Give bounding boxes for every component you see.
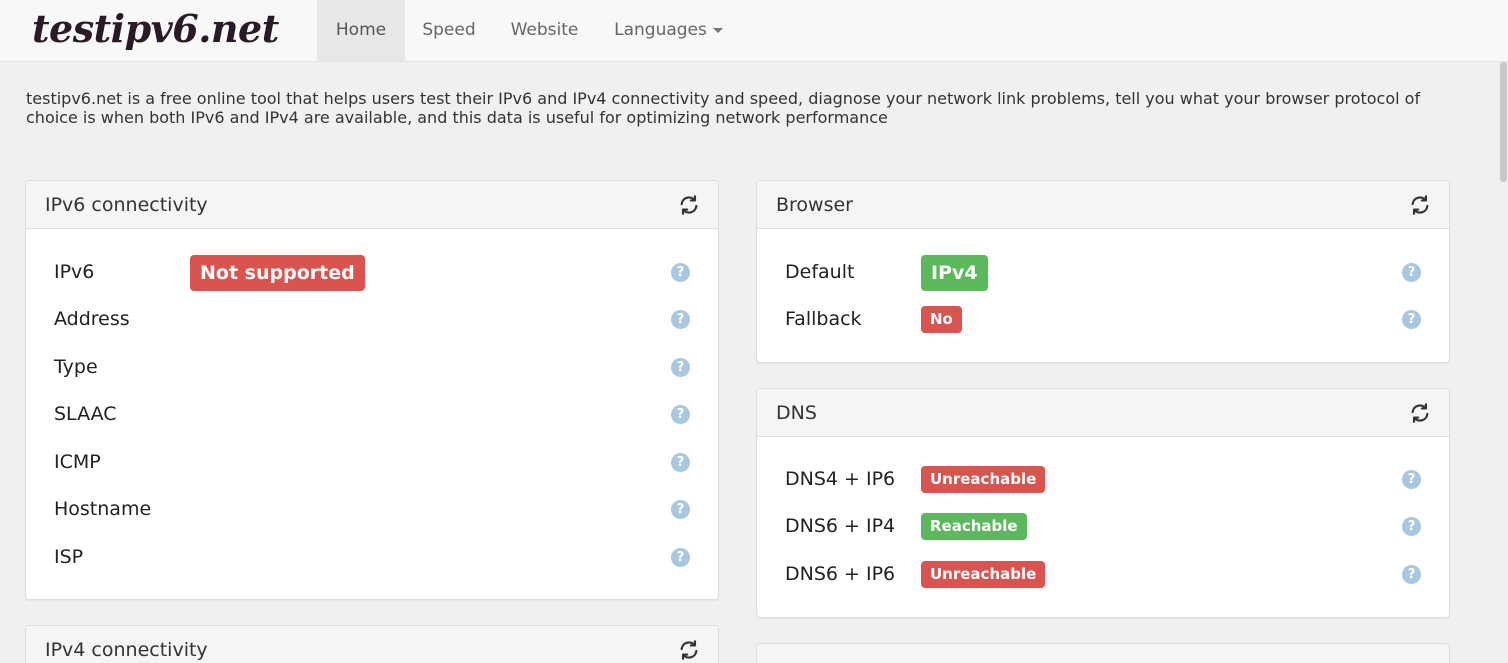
refresh-icon[interactable] (1409, 402, 1431, 424)
panel-title: IPv6 connectivity (45, 194, 208, 216)
refresh-icon[interactable] (678, 194, 700, 216)
nav-languages-label: Languages (614, 20, 707, 40)
row-label: IPv6 (54, 261, 95, 283)
panel-heading (757, 644, 1449, 663)
question-circle-icon[interactable]: ? (671, 453, 690, 472)
panel-title: DNS (776, 402, 817, 424)
fallback-status-badge: No (921, 306, 962, 333)
scrollbar-thumb[interactable] (1500, 62, 1507, 182)
row-label: Hostname (54, 498, 152, 520)
row-dns6-ip4: DNS6 + IP4 Reachable ? (757, 509, 1449, 545)
row-label: Fallback (785, 308, 862, 330)
row-default: Default IPv4 ? (757, 255, 1449, 291)
question-circle-icon[interactable]: ? (671, 500, 690, 519)
question-circle-icon[interactable]: ? (1402, 470, 1421, 489)
panel-heading: DNS (757, 389, 1449, 437)
row-label: DNS4 + IP6 (785, 468, 896, 490)
intro-text: testipv6.net is a free online tool that … (26, 89, 1421, 127)
next-panel (756, 643, 1450, 663)
row-label: Default (785, 261, 855, 283)
panel-heading: Browser (757, 181, 1449, 229)
nav-speed[interactable]: Speed (405, 0, 493, 61)
ipv6-status-badge: Not supported (190, 255, 365, 291)
row-label: DNS6 + IP4 (785, 515, 896, 537)
question-circle-icon[interactable]: ? (1402, 310, 1421, 329)
question-circle-icon[interactable]: ? (1402, 565, 1421, 584)
row-address: Address ? (26, 302, 718, 338)
row-hostname: Hostname ? (26, 492, 718, 528)
row-dns4-ip6: DNS4 + IP6 Unreachable ? (757, 462, 1449, 498)
nav-languages-dropdown[interactable]: Languages (596, 0, 741, 61)
row-fallback: Fallback No ? (757, 302, 1449, 338)
dns6-ip4-status-badge: Reachable (921, 513, 1027, 540)
row-label: SLAAC (54, 403, 117, 425)
panel-title: IPv4 connectivity (45, 639, 208, 661)
question-circle-icon[interactable]: ? (1402, 517, 1421, 536)
panel-heading: IPv4 connectivity (26, 626, 718, 663)
row-label: Type (54, 356, 98, 378)
panel-title: Browser (776, 194, 853, 216)
row-ipv6: IPv6 Not supported ? (26, 255, 718, 291)
default-status-badge: IPv4 (921, 255, 988, 291)
dns-panel: DNS DNS4 + IP6 Unreachable ? DNS6 + IP4 … (756, 388, 1450, 618)
question-circle-icon[interactable]: ? (671, 405, 690, 424)
row-type: Type ? (26, 350, 718, 386)
navbar: testipv6.net Home Speed Website Language… (0, 0, 1508, 62)
scrollbar[interactable] (1498, 62, 1508, 663)
row-slaac: SLAAC ? (26, 397, 718, 433)
nav-speed-label: Speed (422, 20, 476, 40)
row-isp: ISP ? (26, 540, 718, 576)
brand-logo[interactable]: testipv6.net (32, 6, 279, 51)
question-circle-icon[interactable]: ? (671, 548, 690, 567)
browser-panel: Browser Default IPv4 ? Fallback No ? (756, 180, 1450, 363)
row-label: Address (54, 308, 130, 330)
nav-website-label: Website (510, 20, 579, 40)
question-circle-icon[interactable]: ? (671, 358, 690, 377)
row-label: ICMP (54, 451, 101, 473)
refresh-icon[interactable] (678, 639, 700, 661)
row-icmp: ICMP ? (26, 445, 718, 481)
row-label: DNS6 + IP6 (785, 563, 896, 585)
nav-home[interactable]: Home (317, 0, 405, 61)
ipv6-connectivity-panel: IPv6 connectivity IPv6 Not supported ? A… (25, 180, 719, 600)
row-label: ISP (54, 546, 84, 568)
dns6-ip6-status-badge: Unreachable (921, 561, 1046, 588)
refresh-icon[interactable] (1409, 194, 1431, 216)
panel-heading: IPv6 connectivity (26, 181, 718, 229)
nav-home-label: Home (335, 20, 387, 40)
dns4-ip6-status-badge: Unreachable (921, 466, 1046, 493)
question-circle-icon[interactable]: ? (671, 263, 690, 282)
ipv4-connectivity-panel: IPv4 connectivity (25, 625, 719, 663)
question-circle-icon[interactable]: ? (671, 310, 690, 329)
question-circle-icon[interactable]: ? (1402, 263, 1421, 282)
nav-website[interactable]: Website (493, 0, 596, 61)
caret-down-icon (712, 27, 723, 33)
row-dns6-ip6: DNS6 + IP6 Unreachable ? (757, 557, 1449, 593)
